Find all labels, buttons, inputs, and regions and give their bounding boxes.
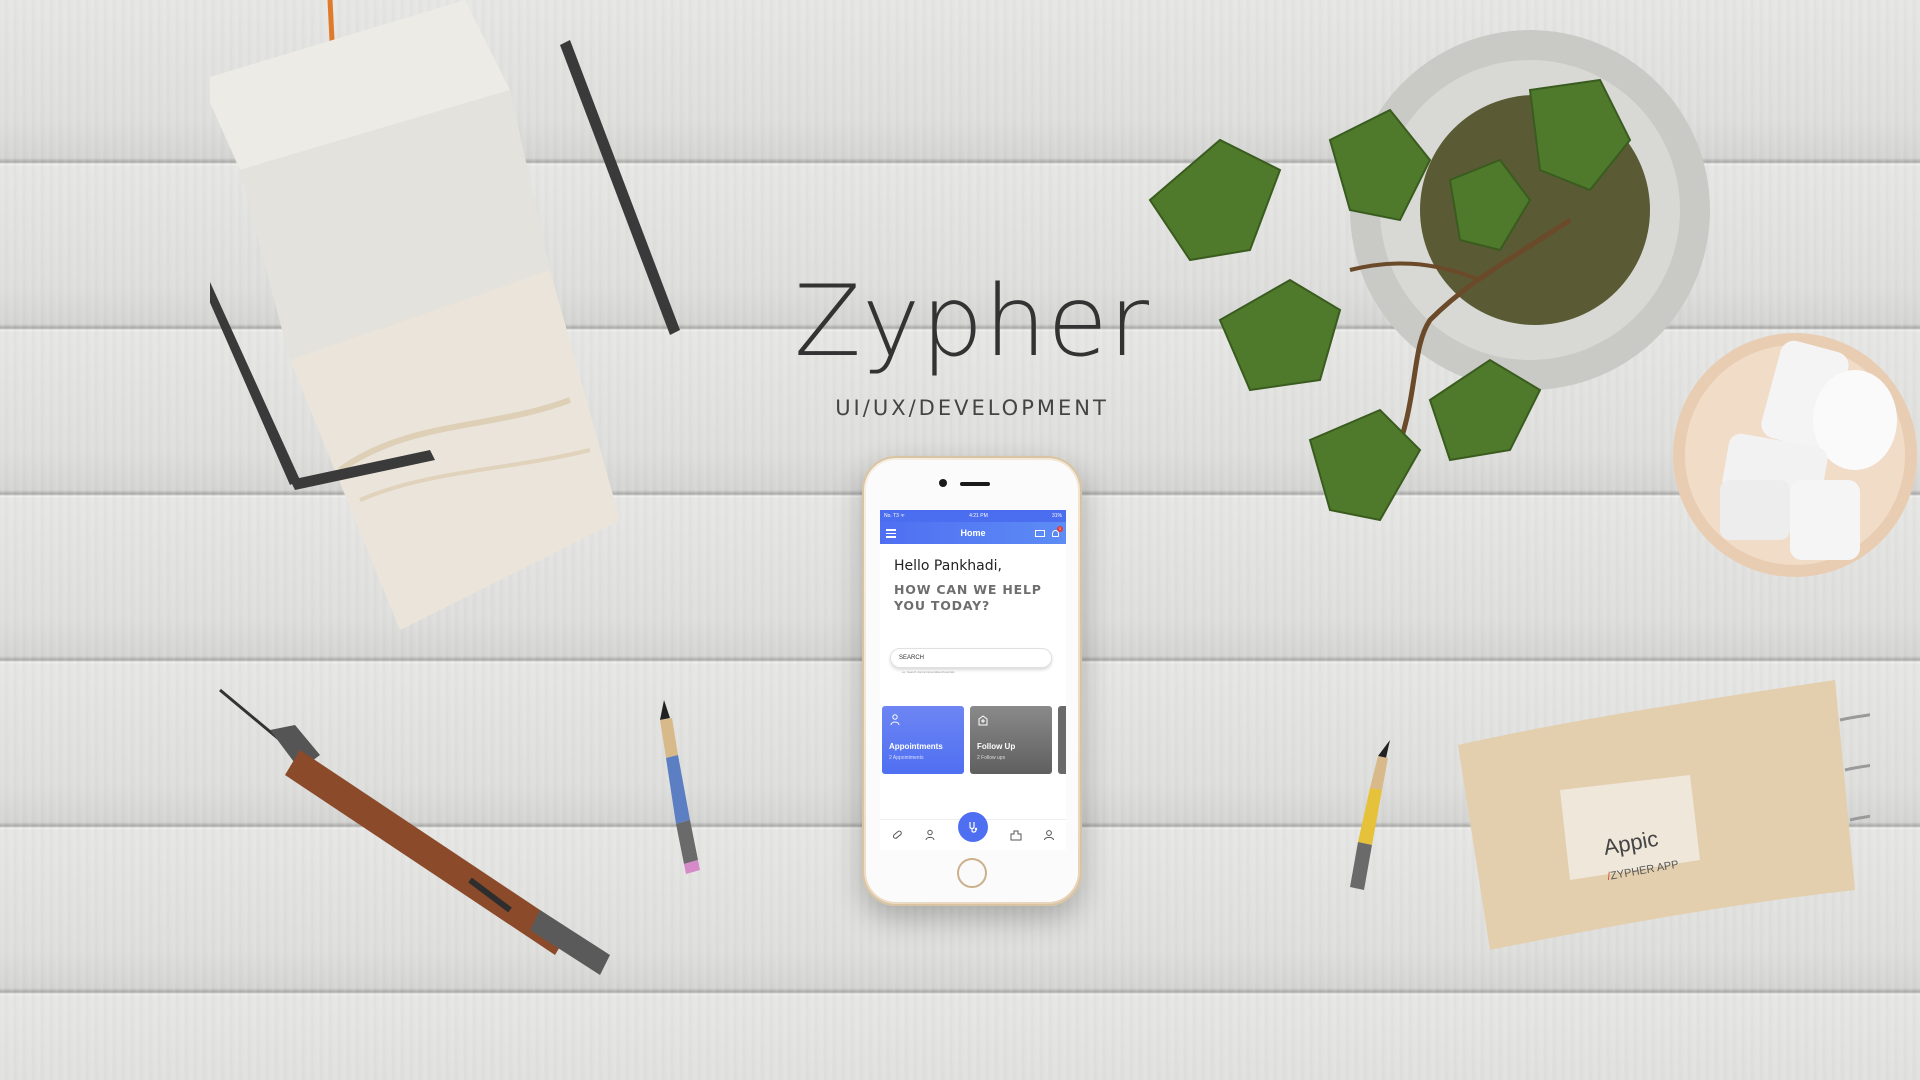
mail-icon[interactable] (1035, 529, 1045, 537)
notebook-decoration: Appic /ZYPHER APP (1458, 680, 1870, 950)
greeting-text: Hello Pankhadi, (894, 558, 1002, 574)
status-carrier: No. T3 ᯤ (884, 513, 905, 519)
status-battery: 31% (1051, 513, 1062, 519)
help-line-1: HOW CAN WE HELP (894, 582, 1042, 597)
stethoscope-icon (969, 822, 978, 833)
app-bar: Home 1 (880, 522, 1066, 544)
earpiece (960, 482, 990, 486)
app-screen: No. T3 ᯤ 4:21 PM 31% Home 1 Hello Pankha… (880, 510, 1066, 850)
phone-face: No. T3 ᯤ 4:21 PM 31% Home 1 Hello Pankha… (866, 460, 1078, 902)
doctor-nav-icon[interactable] (924, 829, 936, 841)
status-bar: No. T3 ᯤ 4:21 PM 31% (880, 510, 1066, 522)
hospital-nav-icon[interactable] (1010, 829, 1022, 841)
follow-up-card[interactable]: Follow Up 2 Follow ups (970, 706, 1052, 774)
bottom-navigation (880, 812, 1066, 850)
status-time: 4:21 PM (969, 513, 988, 519)
hamburger-menu-icon[interactable] (886, 529, 896, 538)
help-heading: HOW CAN WE HELP YOU TODAY? (894, 582, 1052, 614)
quick-cards: Appointments 2 Appointments Follow Up 2 … (882, 706, 1066, 774)
notification-badge: 1 (1057, 525, 1063, 532)
front-camera (939, 479, 947, 487)
mechanical-pen-decoration (219, 688, 610, 975)
doctor-icon (890, 714, 900, 726)
help-line-2: YOU TODAY? (894, 598, 991, 613)
next-card-peek[interactable] (1058, 706, 1066, 774)
bell-icon[interactable]: 1 (1051, 525, 1063, 538)
follow-up-card-title: Follow Up (977, 742, 1016, 751)
yellow-pencil-decoration (1350, 740, 1390, 890)
follow-up-card-subtitle: 2 Follow ups (977, 755, 1006, 761)
user-icon[interactable] (1043, 829, 1055, 841)
phone-mockup: No. T3 ᯤ 4:21 PM 31% Home 1 Hello Pankha… (862, 456, 1082, 906)
search-input[interactable]: SEARCH (890, 648, 1052, 668)
search-hint: ex: Search doctors/specialties/hospitals (902, 670, 955, 674)
brand-subtitle: UI/UX/DEVELOPMENT (835, 396, 1109, 420)
appointments-card[interactable]: Appointments 2 Appointments (882, 706, 964, 774)
appointments-card-subtitle: 2 Appointments (889, 755, 924, 761)
brand-title: Zypher (793, 265, 1151, 379)
hospital-icon (978, 715, 988, 726)
blue-pencil-decoration (660, 700, 700, 874)
pill-icon[interactable] (891, 829, 903, 841)
appointments-card-title: Appointments (889, 742, 943, 751)
stethoscope-button[interactable] (957, 812, 988, 842)
home-button[interactable] (957, 858, 987, 888)
